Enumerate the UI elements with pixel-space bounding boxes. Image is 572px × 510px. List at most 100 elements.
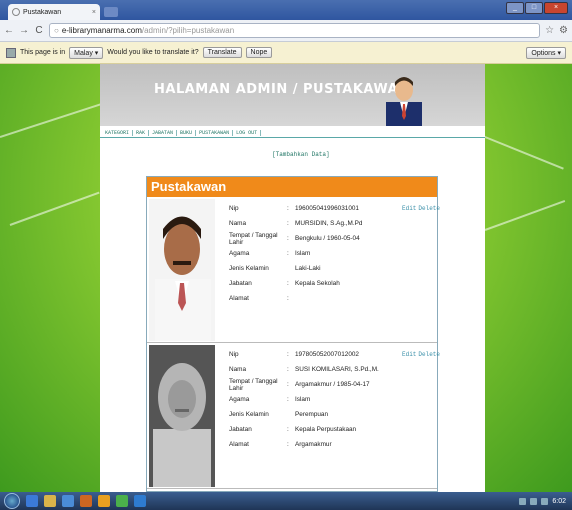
field-label: Tempat / Tanggal Lahir	[229, 231, 278, 246]
delete-link[interactable]: Delete	[418, 205, 440, 212]
menu-kategori[interactable]: KATEGORI	[102, 129, 134, 136]
new-tab-button[interactable]	[104, 7, 118, 17]
field-label: Agama	[229, 396, 250, 403]
minimize-button[interactable]: _	[506, 2, 524, 14]
back-arrow-icon[interactable]: ←	[4, 25, 14, 36]
site-menu: KATEGORI RAK JABATAN BUKU PUSTAKAWAN LOG…	[100, 128, 485, 138]
field-label: Tempat / Tanggal Lahir	[229, 377, 278, 392]
field-nama: MURSIDIN, S.Ag.,M.Pd	[295, 220, 363, 227]
url-path: /admin/?pilih=pustakawan	[141, 26, 235, 35]
field-label: Nip	[229, 205, 239, 212]
flag-icon[interactable]	[541, 497, 549, 505]
field-label: Agama	[229, 250, 250, 257]
media-icon[interactable]	[98, 495, 110, 507]
address-bar[interactable]: ○ e-librarymanarma.com /admin/?pilih=pus…	[49, 23, 541, 38]
staff-photo	[149, 199, 215, 341]
chrome-icon[interactable]	[116, 495, 128, 507]
field-label: Jenis Kelamin	[229, 411, 269, 418]
page-icon: ○	[54, 26, 59, 35]
edit-link[interactable]: Edit	[402, 351, 416, 358]
panel-title: Pustakawan	[147, 177, 437, 197]
menu-logout[interactable]: LOG OUT	[233, 129, 262, 136]
list-item: Nip:196005041996031001 Nama: MURSIDIN, S.…	[147, 197, 440, 343]
bg-streak	[484, 199, 566, 231]
field-label: Nip	[229, 351, 239, 358]
browser-tab[interactable]: Pustakawan ×	[8, 4, 100, 20]
site-banner: HALAMAN ADMIN / PUSTAKAWAN	[100, 64, 485, 126]
forward-arrow-icon[interactable]: →	[19, 25, 29, 36]
field-label: Jabatan	[229, 426, 252, 433]
translate-button[interactable]: Translate	[202, 47, 242, 58]
window-icon[interactable]	[134, 495, 146, 507]
bookmark-star-icon[interactable]: ☆	[545, 25, 554, 36]
field-nip: 196005041996031001	[295, 205, 359, 212]
add-data-link[interactable]: [Tambahkan Data]	[272, 151, 330, 158]
field-jabatan: Kepala Sekolah	[295, 280, 340, 287]
field-label: Jabatan	[229, 280, 252, 287]
field-label: Alamat	[229, 441, 249, 448]
menu-rak[interactable]: RAK	[133, 129, 150, 136]
bg-streak	[0, 98, 115, 138]
options-button[interactable]: Options ▾	[526, 46, 566, 59]
network-icon[interactable]	[519, 497, 527, 505]
tab-title: Pustakawan	[23, 8, 62, 16]
field-label: Alamat	[229, 295, 249, 302]
edit-link[interactable]: Edit	[402, 205, 416, 212]
field-agama: Islam	[295, 396, 311, 403]
wrench-icon[interactable]: ⚙	[559, 25, 568, 36]
field-agama: Islam	[295, 250, 311, 257]
bg-streak	[479, 134, 564, 170]
system-tray: 6:02	[519, 497, 572, 505]
start-button[interactable]	[4, 493, 20, 509]
record-fields: Nip:196005041996031001 Nama: MURSIDIN, S.…	[229, 205, 363, 302]
page-viewport: HALAMAN ADMIN / PUSTAKAWAN KATEGORI RAK …	[0, 64, 572, 492]
staff-photo	[149, 345, 215, 487]
field-jabatan: Kepala Perpustakaan	[295, 426, 357, 433]
translate-icon	[6, 47, 16, 58]
bg-streak	[9, 191, 100, 226]
record-fields: Nip:197805052007012002 Nama: SUSI KOMILAS…	[229, 351, 379, 448]
admin-avatar-icon	[386, 77, 422, 126]
field-label: Jenis Kelamin	[229, 265, 269, 272]
language-select[interactable]: Malay ▾	[69, 46, 104, 59]
tab-close-icon[interactable]: ×	[92, 9, 96, 16]
field-alamat: Argamakmur	[295, 441, 332, 448]
volume-icon[interactable]	[530, 497, 538, 505]
delete-link[interactable]: Delete	[418, 351, 440, 358]
field-ttl: Argamakmur / 1985-04-17	[295, 381, 370, 388]
field-jk: Perempuan	[295, 411, 329, 418]
field-jk: Laki-Laki	[295, 265, 321, 272]
translate-prefix: This page is in	[20, 49, 66, 56]
record-actions: Edit Delete	[402, 351, 442, 358]
favicon-icon	[12, 8, 20, 16]
app-icon[interactable]	[80, 495, 92, 507]
menu-buku[interactable]: BUKU	[177, 129, 197, 136]
browser-titlebar: Pustakawan × _ □ ×	[0, 0, 572, 20]
browser-toolbar: ← → C ○ e-librarymanarma.com /admin/?pil…	[0, 20, 572, 42]
menu-pustakawan[interactable]: PUSTAKAWAN	[196, 129, 234, 136]
field-label: Nama	[229, 220, 247, 227]
field-label: Nama	[229, 366, 247, 373]
pustakawan-panel: Pustakawan Nip:196005041996031001 Nama: M…	[146, 176, 440, 492]
url-host: e-librarymanarma.com	[61, 26, 142, 35]
record-actions: Edit Delete	[402, 205, 442, 212]
maximize-button[interactable]: □	[525, 2, 543, 14]
window-controls: _ □ ×	[506, 2, 568, 14]
clock[interactable]: 6:02	[552, 498, 566, 505]
translate-infobar: This page is in Malay ▾ Would you like t…	[0, 42, 572, 64]
nope-button[interactable]: Nope	[245, 47, 273, 58]
menu-jabatan[interactable]: JABATAN	[149, 129, 178, 136]
field-nama: SUSI KOMILASARI, S.Pd.,M.	[295, 366, 379, 373]
close-window-button[interactable]: ×	[544, 2, 568, 14]
word-icon[interactable]	[62, 495, 74, 507]
folder-icon[interactable]	[44, 495, 56, 507]
site-container: HALAMAN ADMIN / PUSTAKAWAN KATEGORI RAK …	[100, 64, 485, 492]
list-item: Nip:197805052007012002 Nama: SUSI KOMILAS…	[147, 343, 440, 489]
field-nip: 197805052007012002	[295, 351, 359, 358]
translate-question: Would you like to translate it?	[107, 49, 199, 56]
windows-taskbar: 6:02	[0, 492, 572, 510]
banner-title: HALAMAN ADMIN / PUSTAKAWAN	[154, 82, 410, 97]
ie-icon[interactable]	[26, 495, 38, 507]
field-ttl: Bengkulu / 1960-05-04	[295, 235, 360, 242]
reload-icon[interactable]: C	[34, 25, 44, 36]
